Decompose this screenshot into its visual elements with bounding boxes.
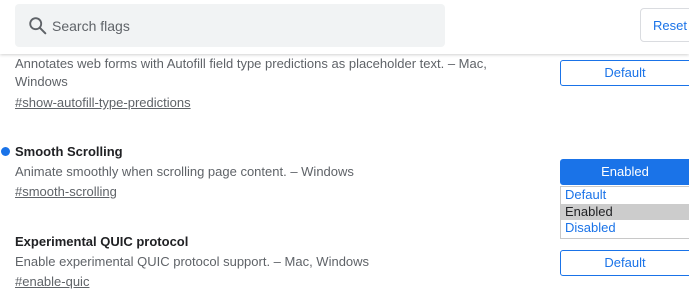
flag-anchor-link[interactable]: #smooth-scrolling: [15, 183, 117, 201]
search-input[interactable]: [52, 4, 432, 47]
flag-state-select[interactable]: Default: [560, 60, 689, 86]
flag-state-select[interactable]: Default: [560, 250, 689, 276]
flag-title: Smooth Scrolling: [15, 144, 123, 159]
flag-description: Annotates web forms with Autofill field …: [15, 56, 487, 89]
dropdown-option-enabled[interactable]: Enabled: [561, 203, 689, 220]
flag-state-select[interactable]: Enabled: [560, 159, 689, 185]
reset-all-button[interactable]: Reset all: [640, 8, 689, 42]
search-box[interactable]: [15, 4, 445, 47]
flag-description: Animate smoothly when scrolling page con…: [15, 164, 354, 179]
dropdown-option-disabled[interactable]: Disabled: [561, 220, 689, 237]
flag-state-dropdown: Default Enabled Disabled: [560, 186, 689, 239]
dropdown-option-default[interactable]: Default: [561, 187, 689, 204]
flag-title: Experimental QUIC protocol: [15, 234, 189, 249]
flag-enable-quic: Experimental QUIC protocol Enable experi…: [15, 233, 535, 291]
modified-dot-icon: [1, 147, 10, 156]
flag-anchor-link[interactable]: #enable-quic: [15, 273, 89, 291]
flag-show-autofill-type-predictions: Annotates web forms with Autofill field …: [15, 55, 535, 112]
flag-smooth-scrolling: Smooth Scrolling Animate smoothly when s…: [15, 143, 535, 201]
search-icon: [29, 17, 47, 35]
flag-description: Enable experimental QUIC protocol suppor…: [15, 254, 370, 269]
toolbar: Reset all: [0, 0, 689, 54]
flag-anchor-link[interactable]: #show-autofill-type-predictions: [15, 94, 191, 112]
